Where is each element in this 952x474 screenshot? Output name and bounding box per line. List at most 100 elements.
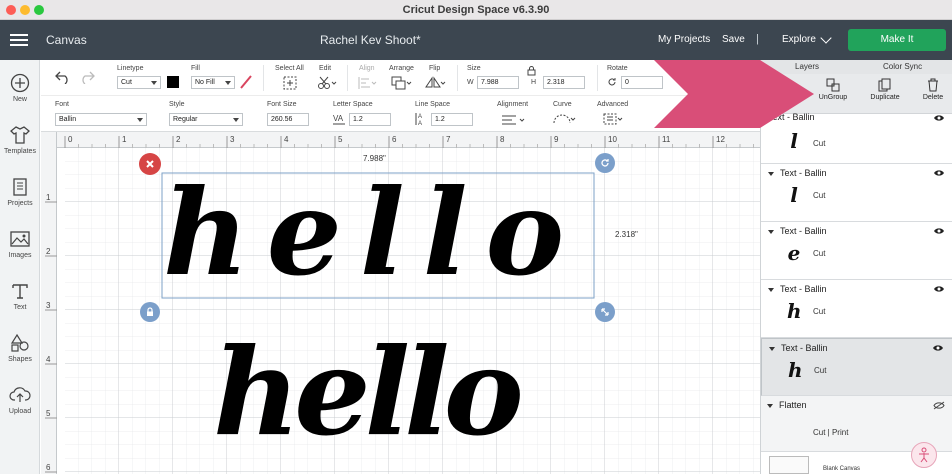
lock-icon[interactable] (527, 66, 536, 76)
expand-triangle-icon[interactable] (768, 229, 774, 234)
width-input[interactable]: 7.988 (477, 76, 519, 89)
chevron-down-icon[interactable] (820, 32, 832, 44)
width-label: W (467, 79, 474, 86)
layer-operation: Cut (813, 139, 826, 148)
height-input[interactable]: 2.318 (543, 76, 585, 89)
layer-thumbnail: l (790, 183, 798, 207)
expand-triangle-icon[interactable] (768, 171, 774, 176)
cloud-upload-icon (0, 384, 40, 406)
toolbar-row-text: Font Ballin Style Regular Font Size 260.… (41, 96, 761, 132)
blank-canvas-row[interactable]: Blank Canvas (761, 442, 952, 474)
hamburger-menu-icon[interactable] (10, 34, 28, 46)
layer-thumbnail: h (787, 299, 802, 323)
sidebar-item-projects[interactable]: Projects (0, 176, 40, 207)
resize-handle[interactable] (595, 302, 615, 322)
layer-operation: Cut (813, 307, 826, 316)
delete-label: Delete (922, 94, 944, 101)
flatten-operation: Cut | Print (813, 428, 849, 437)
layer-thumbnail: h (788, 358, 803, 382)
rotate-handle[interactable] (595, 153, 615, 173)
expand-triangle-icon[interactable] (769, 346, 775, 351)
font-size-input[interactable]: 260.56 (267, 113, 309, 126)
layer-item[interactable]: Text - Ballin h Cut (761, 280, 952, 338)
align-icon[interactable] (357, 76, 377, 90)
eye-icon[interactable] (932, 344, 944, 352)
second-text-hello[interactable]: hello (213, 318, 543, 468)
eye-icon[interactable] (933, 169, 945, 177)
font-size-label: Font Size (267, 101, 297, 108)
layer-item-selected[interactable]: Text - Ballin h Cut (761, 338, 952, 396)
sidebar-label: Upload (8, 408, 32, 415)
arrange-icon[interactable] (391, 76, 413, 90)
save-button[interactable]: Save (722, 34, 745, 45)
letter-space-label: Letter Space (333, 101, 373, 108)
selected-text-hello[interactable]: hello (163, 158, 593, 308)
sidebar-item-images[interactable]: Images (0, 228, 40, 259)
rotate-icon (601, 159, 609, 167)
sidebar-item-upload[interactable]: Upload (0, 384, 40, 415)
layer-name: Text - Ballin (769, 343, 828, 353)
line-space-icon: AA (415, 112, 427, 126)
my-projects-link[interactable]: My Projects (658, 34, 710, 45)
flip-icon[interactable] (425, 76, 447, 90)
make-it-button[interactable]: Make It (848, 29, 946, 51)
curve-icon[interactable] (553, 113, 577, 125)
ruler-tick-label: 10 (608, 135, 617, 144)
ruler-tick-label: 2 (46, 247, 51, 256)
eye-icon[interactable] (933, 227, 945, 235)
blank-canvas-thumbnail (769, 456, 809, 474)
text-align-icon[interactable] (501, 114, 527, 126)
line-space-input[interactable]: 1.2 (431, 113, 473, 126)
window-titlebar: Cricut Design Space v6.3.90 (0, 0, 952, 20)
layer-operation: Cut (814, 366, 827, 375)
duplicate-label: Duplicate (870, 94, 900, 101)
layer-item[interactable]: Text - Ballin l Cut (761, 164, 952, 222)
fill-pen-icon[interactable] (239, 74, 253, 90)
accessibility-icon[interactable] (911, 442, 937, 468)
delete-button[interactable]: Delete (917, 78, 949, 101)
edit-label: Edit (319, 65, 332, 72)
ruler-tick-label: 5 (46, 409, 51, 418)
shapes-icon (0, 332, 40, 354)
advanced-icon[interactable] (603, 113, 625, 125)
blank-canvas-label: Blank Canvas (823, 466, 861, 472)
layer-item[interactable]: Text - Ballin e Cut (761, 222, 952, 280)
height-dimension: 2.318" (615, 230, 638, 239)
expand-triangle-icon[interactable] (768, 287, 774, 292)
project-name[interactable]: Rachel Kev Shoot* (320, 33, 421, 47)
ungroup-button[interactable]: UnGroup (813, 78, 853, 101)
explore-menu[interactable]: Explore (782, 34, 816, 45)
rotate-label: Rotate (607, 65, 628, 72)
redo-icon[interactable] (79, 70, 95, 84)
eye-hidden-icon[interactable] (933, 401, 945, 410)
sidebar-item-templates[interactable]: Templates (0, 124, 40, 155)
linetype-color-swatch[interactable] (167, 76, 179, 88)
linetype-label: Linetype (117, 65, 144, 72)
eye-icon[interactable] (933, 285, 945, 293)
letter-space-input[interactable]: 1.2 (349, 113, 391, 126)
sidebar-item-new[interactable]: New (0, 72, 40, 103)
edit-toolbar: Linetype Cut Fill No Fill Select All Edi… (41, 60, 761, 132)
ruler-tick-label: 8 (500, 135, 505, 144)
eye-icon[interactable] (933, 114, 945, 122)
style-select[interactable]: Regular (169, 113, 243, 126)
linetype-select[interactable]: Cut (117, 76, 161, 89)
design-canvas[interactable]: 0 1 2 3 4 5 6 7 8 9 10 11 12 123456 7.988" 2.318" he… (41, 132, 760, 474)
scissors-icon[interactable] (317, 76, 337, 90)
fill-select[interactable]: No Fill (191, 76, 235, 89)
pink-arrow-pointer-icon (654, 60, 814, 128)
header-separator: | (756, 33, 759, 45)
toolbar-row-edit: Linetype Cut Fill No Fill Select All Edi… (41, 60, 761, 96)
book-icon (0, 176, 40, 198)
font-select[interactable]: Ballin (55, 113, 147, 126)
delete-handle[interactable] (139, 153, 161, 175)
sidebar-item-shapes[interactable]: Shapes (0, 332, 40, 363)
tab-color-sync[interactable]: Color Sync (883, 62, 922, 71)
sidebar-item-text[interactable]: Text (0, 280, 40, 311)
select-all-icon[interactable] (283, 76, 297, 90)
undo-icon[interactable] (55, 70, 71, 84)
layer-name: Text - Ballin (768, 168, 827, 178)
expand-triangle-icon[interactable] (767, 403, 773, 408)
lock-handle[interactable] (140, 302, 160, 322)
duplicate-button[interactable]: Duplicate (865, 78, 905, 101)
